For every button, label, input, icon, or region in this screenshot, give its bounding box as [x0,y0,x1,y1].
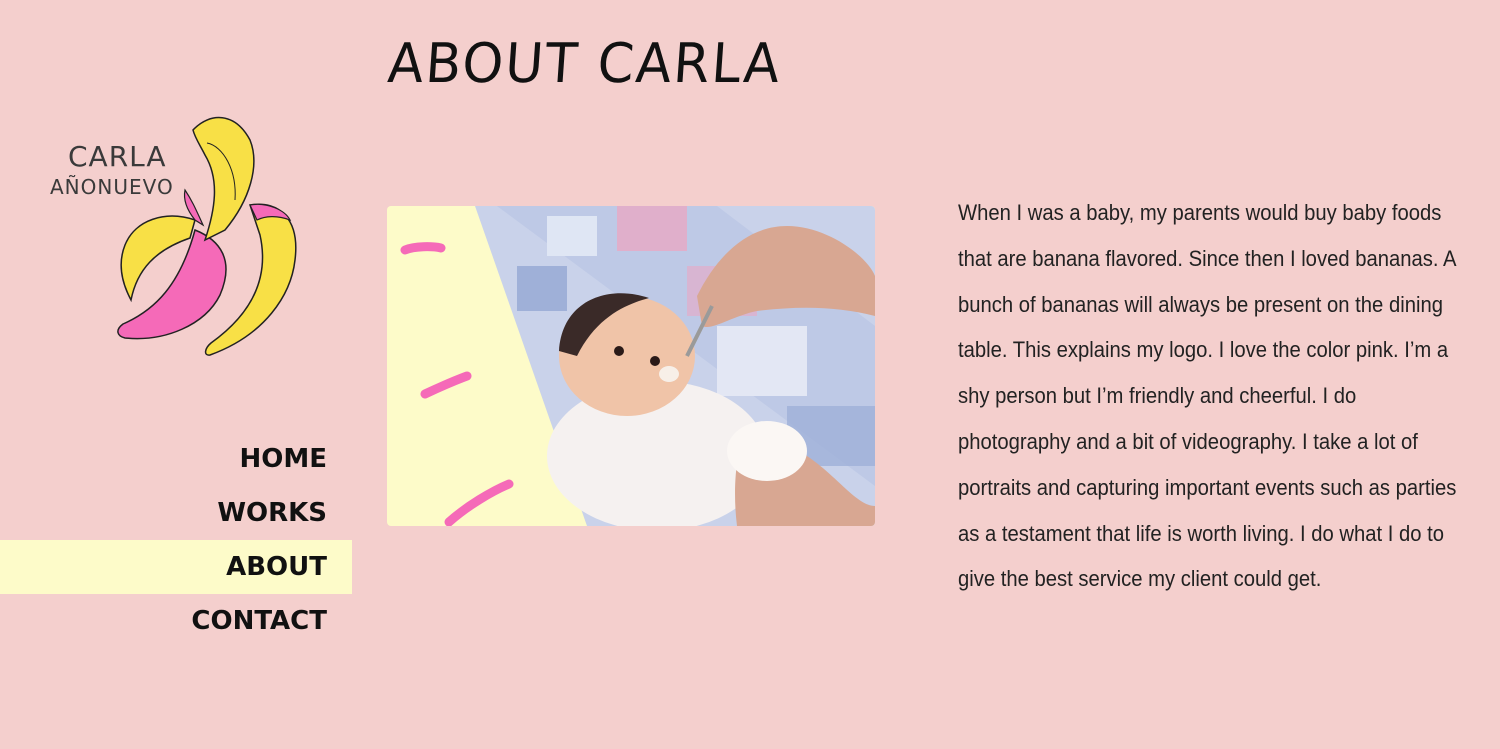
page-title: ABOUT CARLA [385,32,784,96]
logo-name-last: AÑONUEVO [50,175,174,199]
nav-item-works[interactable]: WORKS [0,486,352,540]
nav-item-contact[interactable]: CONTACT [0,594,352,648]
nav-item-about[interactable]: ABOUT [0,540,352,594]
logo-name-first: CARLA [68,140,167,173]
about-paragraph: When I was a baby, my parents would buy … [958,200,1457,592]
nav-item-home[interactable]: HOME [0,432,352,486]
main-nav: HOME WORKS ABOUT CONTACT [0,432,352,648]
baby-photo [387,206,875,526]
